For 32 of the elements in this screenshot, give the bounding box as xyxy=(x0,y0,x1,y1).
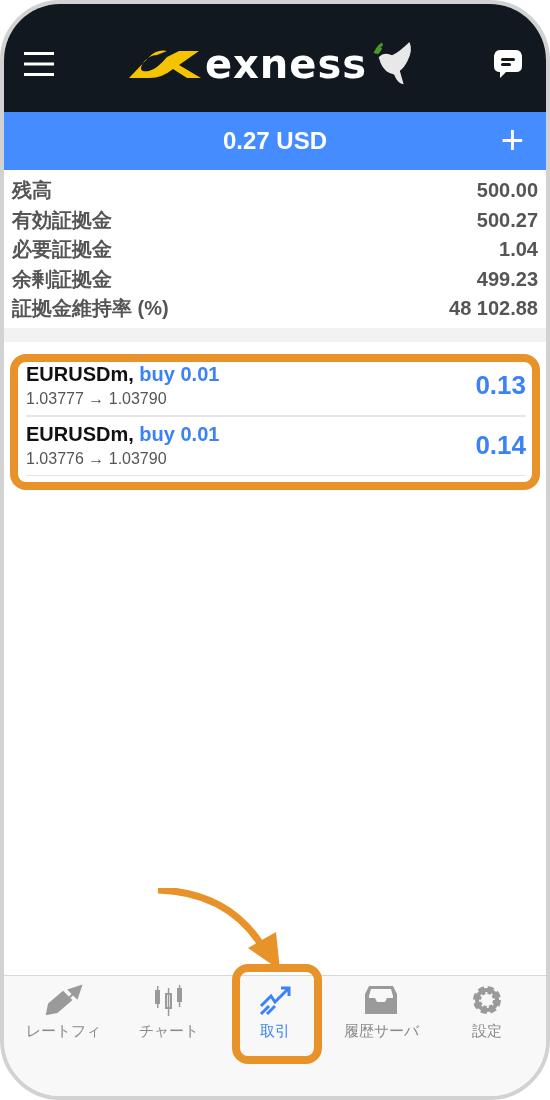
position-prices: 1.03776 → 1.03790 xyxy=(26,450,168,468)
position-row[interactable]: EURUSDm, buy 0.01 1.03776 → 1.03790 0.14 xyxy=(26,415,526,476)
double-arrow-icon xyxy=(43,984,83,1016)
position-symbol: EURUSDm, xyxy=(26,423,134,445)
position-profit: 0.13 xyxy=(475,370,526,401)
summary-label: 必要証拠金 xyxy=(12,237,112,263)
position-profit: 0.14 xyxy=(475,430,526,461)
chat-icon[interactable] xyxy=(492,48,524,80)
position-order: buy 0.01 xyxy=(139,363,220,385)
position-row[interactable]: EURUSDm, buy 0.01 1.03777 → 1.03790 0.13 xyxy=(26,355,526,416)
summary-label: 有効証拠金 xyxy=(12,207,112,233)
summary-label: 余剰証拠金 xyxy=(12,266,112,292)
summary-value: 48 102.88 xyxy=(449,297,538,321)
logo-icon xyxy=(126,49,201,79)
tab[interactable]: レートフィ xyxy=(10,976,116,1042)
summary-label: 証拠金維持率 (%) xyxy=(12,296,169,322)
tab[interactable]: 設定 xyxy=(434,976,540,1042)
tab[interactable]: 履歴サーバ xyxy=(328,976,434,1042)
summary-value: 500.00 xyxy=(476,179,538,203)
position-symbol: EURUSDm, xyxy=(26,363,134,385)
position-prices: 1.03777 → 1.03790 xyxy=(26,390,168,408)
summary-value: 1.04 xyxy=(499,238,538,262)
summary-label: 残高 xyxy=(12,178,52,204)
position-order: buy 0.01 xyxy=(139,423,220,445)
balance-amount: 0.27 USD xyxy=(222,127,328,155)
summary-value: 500.27 xyxy=(476,208,538,232)
tab[interactable]: 取引 xyxy=(222,976,328,1042)
add-button[interactable]: + xyxy=(500,120,524,160)
summary-value: 499.23 xyxy=(476,267,538,291)
logo-text: exness xyxy=(204,41,368,87)
menu-icon[interactable] xyxy=(24,51,54,77)
tab[interactable]: チャート xyxy=(116,976,222,1042)
